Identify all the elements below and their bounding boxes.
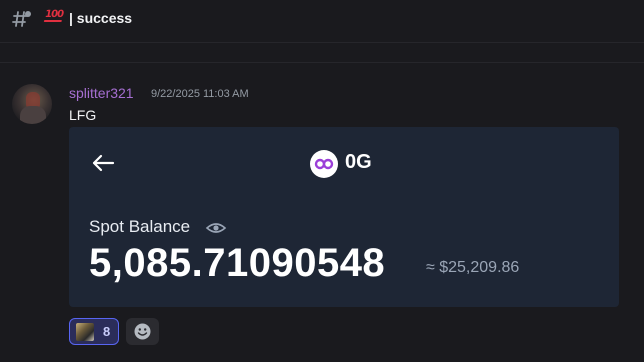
embedded-screenshot-card[interactable]: 0G Spot Balance 5,085.71090548 ≈ $25,209… [69, 127, 619, 307]
message-username[interactable]: splitter321 [69, 85, 134, 101]
0g-coin-icon [310, 150, 338, 178]
coin-name: 0G [345, 151, 372, 173]
custom-image-emoji [76, 323, 94, 341]
add-reaction-button[interactable] [126, 318, 159, 345]
balance-usd-value: ≈ $25,209.86 [426, 259, 520, 276]
eye-icon [205, 223, 227, 233]
hundred-points-emoji: 100 [44, 9, 64, 20]
back-arrow-icon [92, 154, 115, 172]
balance-label: Spot Balance [89, 217, 191, 236]
smile-add-reaction-icon [134, 323, 151, 340]
message-text: LFG [69, 107, 97, 123]
hash-threads-icon[interactable] [12, 9, 32, 29]
user-avatar[interactable] [12, 84, 52, 124]
date-divider [0, 62, 644, 63]
channel-header: 100 | success [0, 0, 644, 40]
channel-name: | success [69, 10, 133, 26]
header-divider [0, 42, 644, 43]
message-timestamp: 9/22/2025 11:03 AM [151, 88, 249, 100]
reaction-button[interactable]: 8 [69, 318, 119, 345]
balance-value: 5,085.71090548 [89, 241, 386, 285]
reaction-count: 8 [103, 324, 111, 339]
